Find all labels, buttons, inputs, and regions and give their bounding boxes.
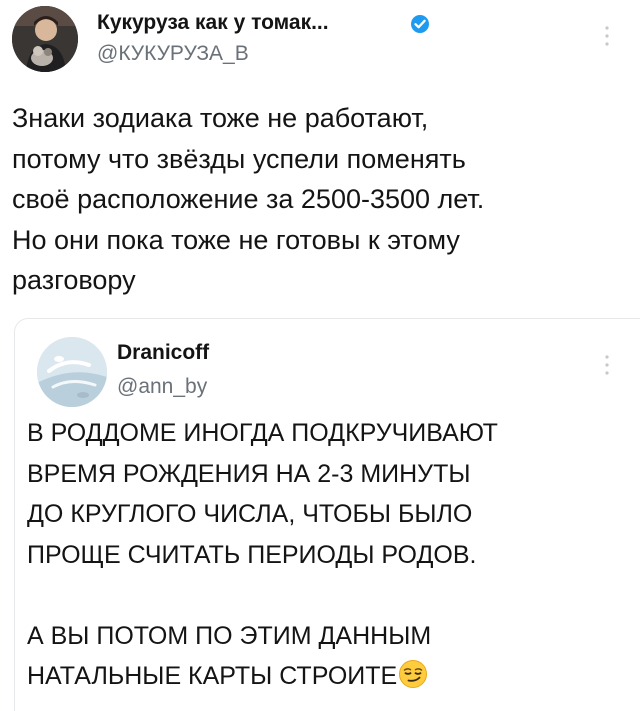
quoted-author-avatar[interactable] xyxy=(37,337,107,407)
author-handle[interactable]: @КУКУРУЗА_В xyxy=(97,42,249,66)
screenshot: Кукуруза как у томак... @КУКУРУЗА_В Знак… xyxy=(0,0,640,711)
avatar-photo-icon xyxy=(12,6,78,72)
quoted-tweet-text: В РОДДОМЕ ИНОГДА ПОДКРУЧИВАЮТ ВРЕМЯ РОЖД… xyxy=(27,413,617,697)
quoted-more-options-icon[interactable] xyxy=(604,353,610,377)
quoted-tweet-text-body: В РОДДОМЕ ИНОГДА ПОДКРУЧИВАЮТ ВРЕМЯ РОЖД… xyxy=(27,419,498,690)
quoted-tweet[interactable]: Dranicoff @ann_by В РОДДОМЕ ИНОГДА ПОДКР… xyxy=(14,318,640,711)
author-avatar[interactable] xyxy=(12,6,78,72)
quoted-author-handle[interactable]: @ann_by xyxy=(117,375,207,399)
verified-badge-icon xyxy=(411,15,429,33)
tweet-text: Знаки зодиака тоже не работают, потому ч… xyxy=(12,103,485,295)
quoted-author-name[interactable]: Dranicoff xyxy=(117,341,209,365)
more-options-icon[interactable] xyxy=(604,24,610,48)
water-drops-avatar-icon xyxy=(37,337,107,407)
author-name[interactable]: Кукуруза как у томак... xyxy=(97,11,329,35)
main-tweet[interactable]: Кукуруза как у томак... @КУКУРУЗА_В Знак… xyxy=(0,0,640,318)
smirking-face-icon xyxy=(399,660,428,688)
